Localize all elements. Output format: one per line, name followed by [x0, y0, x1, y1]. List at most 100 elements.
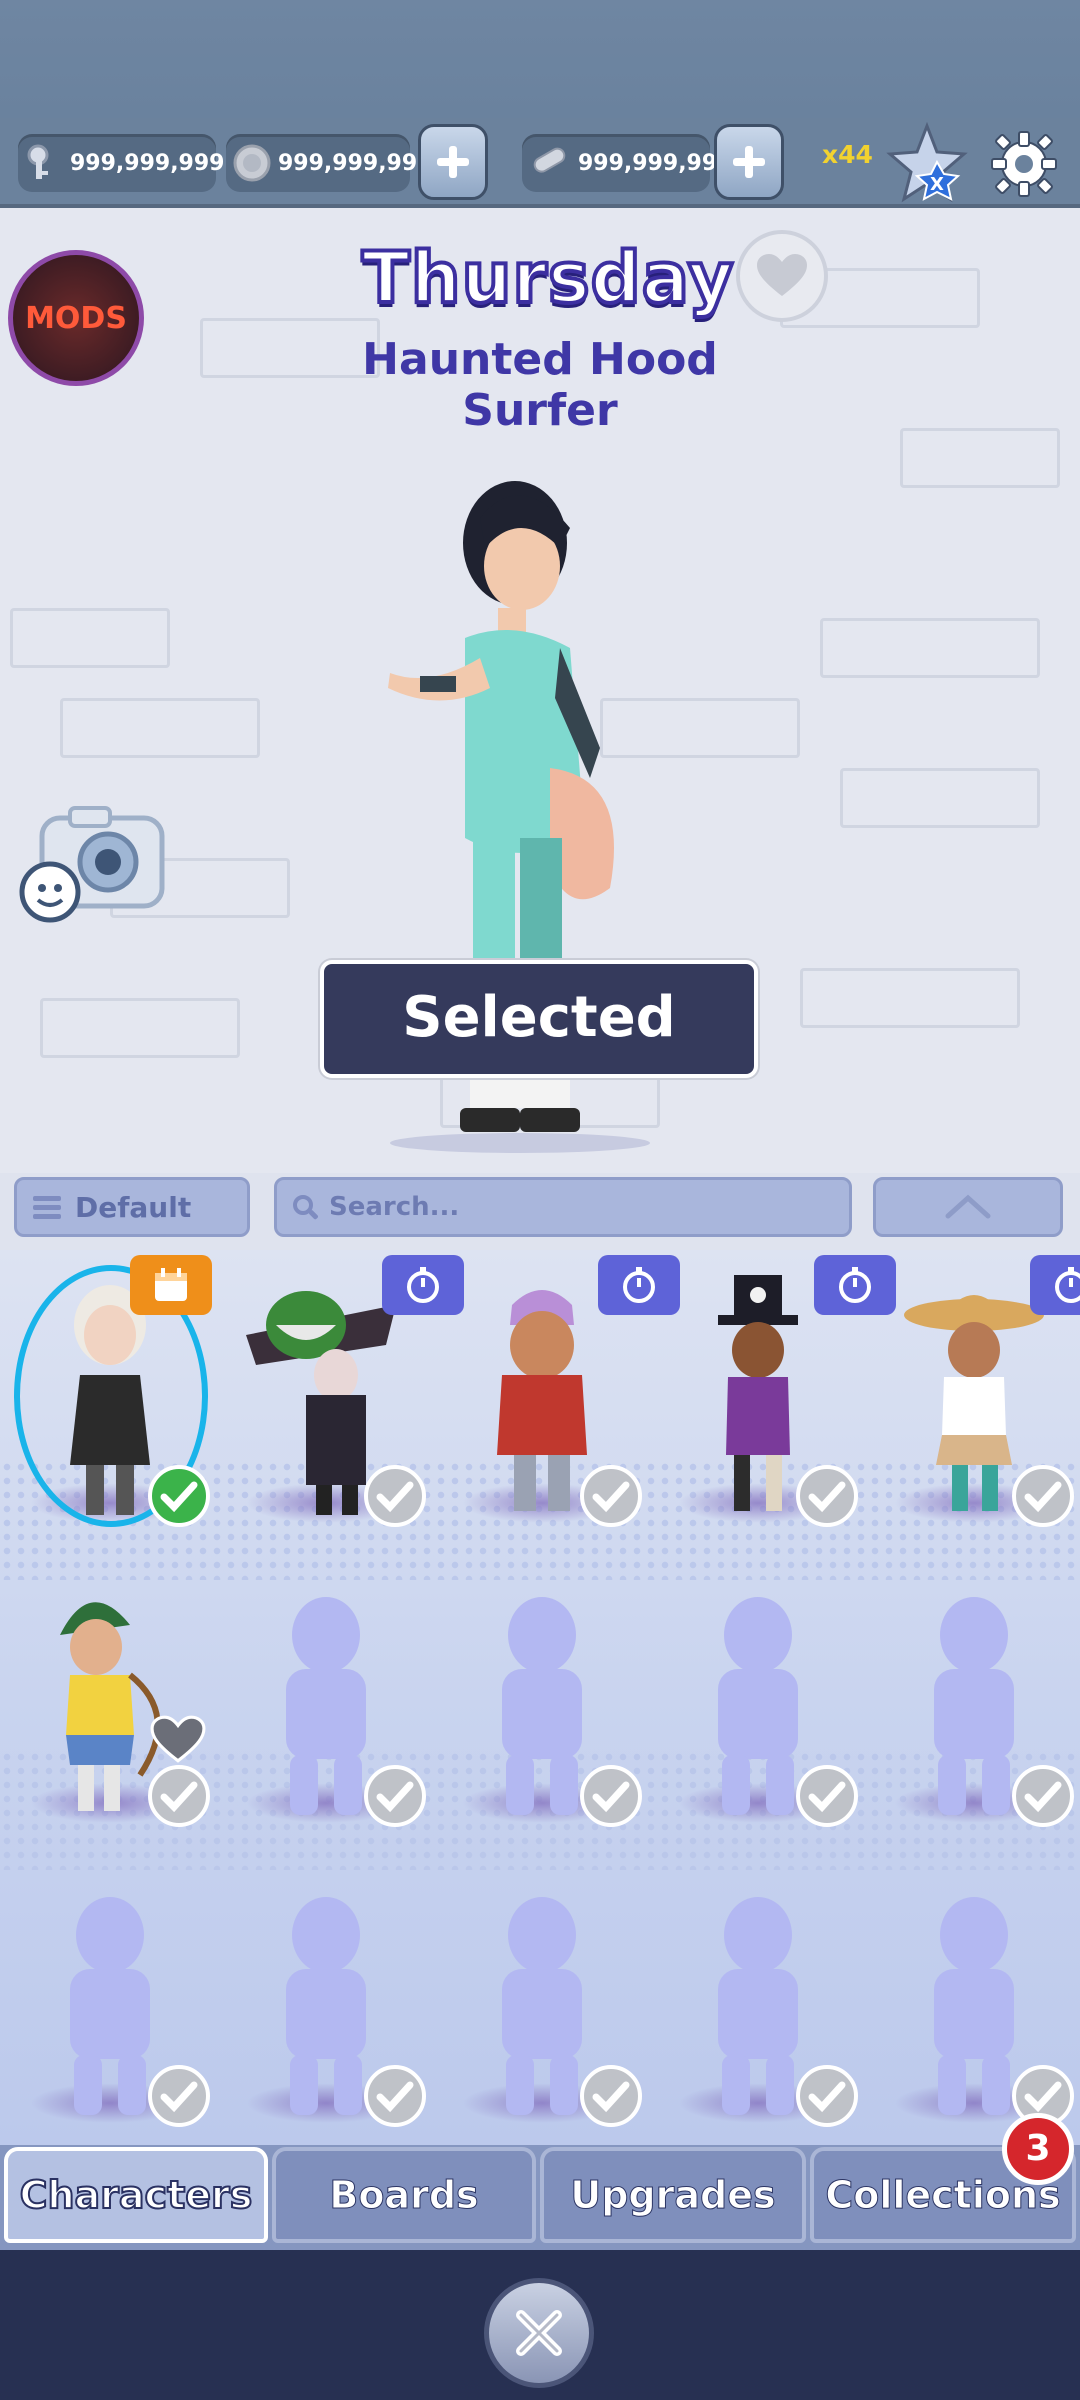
coins-counter: 999,999,999 [226, 134, 432, 192]
coins-value: 999,999,999 [278, 150, 433, 176]
bottom-tabs: Characters Boards Upgrades Collections [0, 2145, 1080, 2250]
svg-text:X: X [930, 174, 944, 195]
checkmark-icon [1024, 1781, 1062, 1813]
checkmark-icon [160, 2081, 198, 2113]
sort-label: Default [75, 1190, 192, 1224]
select-check[interactable] [364, 1765, 426, 1827]
tab-upgrades[interactable]: Upgrades [540, 2147, 806, 2243]
locked-character-card[interactable] [648, 1855, 864, 2145]
owned-check [148, 1465, 210, 1527]
key-icon [24, 140, 64, 186]
locked-character-card[interactable] [432, 1855, 648, 2145]
favorite-button[interactable] [736, 230, 828, 322]
checkmark-icon [1024, 1481, 1062, 1513]
select-check[interactable] [580, 2065, 642, 2127]
chevron-up-icon [945, 1194, 991, 1219]
coin-icon [232, 140, 272, 186]
collapse-button[interactable] [873, 1177, 1063, 1237]
mods-logo-text: MODS [25, 300, 127, 336]
select-check[interactable] [796, 2065, 858, 2127]
checkmark-icon [592, 2081, 630, 2113]
character-card-elf-archer[interactable] [0, 1555, 216, 1855]
character-name-title: Thursday [360, 235, 735, 321]
heart-icon [150, 1715, 206, 1763]
select-check[interactable] [148, 1765, 210, 1827]
character-card-wednesday[interactable] [0, 1255, 216, 1555]
character-grid [0, 1250, 1080, 2145]
mods-logo: MODS [8, 250, 144, 386]
event-badge [130, 1255, 212, 1315]
locked-character-card[interactable] [432, 1555, 648, 1855]
locked-character-card[interactable] [648, 1555, 864, 1855]
select-check[interactable] [580, 1765, 642, 1827]
checkmark-icon [592, 1781, 630, 1813]
locked-character-card[interactable] [864, 1555, 1080, 1855]
keys-value: 999,999,999 [70, 150, 225, 176]
timer-icon [1055, 1267, 1080, 1303]
filter-row: Default [0, 1173, 1080, 1243]
wall-brick [840, 768, 1040, 828]
tab-boards[interactable]: Boards [272, 2147, 536, 2243]
search-input[interactable] [329, 1192, 809, 1222]
boards-currency-value: 999,999,999 [578, 150, 733, 176]
character-card-baron[interactable] [648, 1255, 896, 1555]
locked-character-card[interactable] [216, 1555, 432, 1855]
close-icon [516, 2310, 562, 2356]
menu-icon [33, 1196, 61, 1219]
character-card-cowgirl[interactable] [864, 1255, 1080, 1555]
select-check[interactable] [148, 2065, 210, 2127]
search-icon [293, 1195, 318, 1220]
gear-icon [991, 131, 1057, 197]
currency-bar: 999,999,999 999,999,999 999,999,999 X [0, 118, 1080, 208]
select-check[interactable] [796, 1465, 858, 1527]
selected-button[interactable]: Selected [320, 960, 758, 1078]
checkmark-icon [376, 1481, 414, 1513]
hoverboard-icon [528, 140, 572, 186]
tab-characters[interactable]: Characters [4, 2147, 268, 2243]
locked-character-card[interactable] [0, 1855, 216, 2145]
checkmark-icon [808, 2081, 846, 2113]
sort-dropdown[interactable]: Default [14, 1177, 250, 1237]
character-card-cap-surfer[interactable] [432, 1255, 680, 1555]
checkmark-icon [808, 1781, 846, 1813]
search-box[interactable] [274, 1177, 852, 1237]
checkmark-icon [592, 1481, 630, 1513]
calendar-icon [155, 1268, 187, 1301]
character-card-plant-witch[interactable] [216, 1255, 464, 1555]
limited-time-badge [1030, 1255, 1080, 1315]
keys-counter: 999,999,999 [18, 134, 224, 192]
select-check[interactable] [796, 1765, 858, 1827]
collections-notification-badge: 3 [1002, 2113, 1074, 2185]
heart-icon [757, 254, 807, 296]
checkmark-icon [808, 1481, 846, 1513]
plus-icon [437, 146, 469, 178]
select-check[interactable] [364, 1465, 426, 1527]
locked-character-card[interactable] [216, 1855, 432, 2145]
status-area [0, 0, 1080, 118]
checkmark-icon [160, 1781, 198, 1813]
select-check[interactable] [364, 2065, 426, 2127]
select-check[interactable] [580, 1465, 642, 1527]
add-coins-button[interactable] [418, 124, 488, 200]
checkmark-icon [1024, 2081, 1062, 2113]
photo-mode-button[interactable] [12, 800, 168, 926]
wall-brick [40, 998, 240, 1058]
settings-button[interactable] [986, 126, 1062, 202]
locked-character-card[interactable] [864, 1855, 1080, 2145]
close-button[interactable] [484, 2278, 594, 2388]
add-boards-currency-button[interactable] [714, 124, 784, 200]
checkmark-icon [160, 1481, 198, 1513]
checkmark-icon [376, 2081, 414, 2113]
outfit-name: Haunted Hood Surfer [362, 334, 718, 436]
wall-brick [900, 428, 1060, 488]
plus-icon [733, 146, 765, 178]
wall-brick [10, 608, 170, 668]
wall-brick [800, 968, 1020, 1028]
checkmark-icon [376, 1781, 414, 1813]
select-check[interactable] [1012, 1465, 1074, 1527]
score-multiplier-star[interactable]: X [886, 121, 968, 204]
select-check[interactable] [1012, 1765, 1074, 1827]
boards-counter: 999,999,999 [522, 134, 732, 192]
multiplier-label: x44 [822, 140, 873, 169]
camera-icon [19, 806, 165, 923]
